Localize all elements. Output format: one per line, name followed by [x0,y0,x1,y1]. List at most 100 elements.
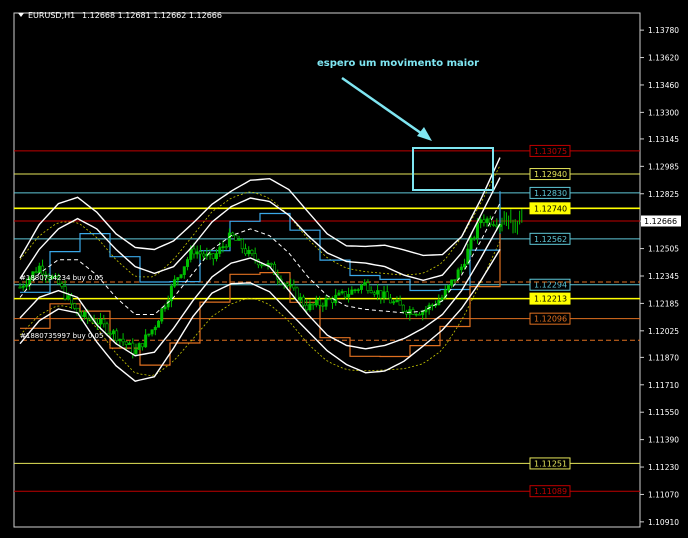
y-tick-label: 1.12345 [648,272,679,281]
candle-body [147,333,151,336]
candle-body [479,219,483,224]
candle-body [173,279,177,287]
y-tick-label: 1.12985 [648,162,679,171]
candle-body [128,342,132,345]
candle-body [356,289,360,291]
candle-body [401,304,405,312]
y-tick-label: 1.11870 [648,353,679,362]
candle-body [353,289,357,292]
candle-body [359,284,363,290]
candle-body [385,291,389,299]
candle-body [298,296,302,301]
candle-body [153,327,157,331]
candle-body [99,318,103,325]
candle-body [376,290,380,295]
candle-body [417,313,421,316]
candle-body [137,343,141,350]
candle-body [388,297,392,304]
candle-body [105,323,109,334]
candle-body [157,320,161,328]
candle-body [131,342,135,354]
level-label: 1.13075 [534,147,567,156]
candle-body [37,265,41,273]
candle-body [60,283,64,287]
candle-body [18,286,22,289]
candle-body [189,248,193,260]
candle-body [208,253,212,255]
candle-body [198,251,202,255]
candle-body [495,224,499,227]
candle-body [350,289,354,295]
y-tick-label: 1.11710 [648,381,679,390]
level-label: 1.12213 [534,295,567,304]
candle-body [244,248,248,255]
y-tick-label: 1.11390 [648,436,679,445]
candle-body [21,286,25,288]
candle-body [215,253,219,260]
candle-body [392,301,396,304]
y-tick-label: 1.13145 [648,135,679,144]
y-tick-label: 1.13300 [648,108,679,117]
candle-body [250,250,254,255]
candle-body [324,298,328,307]
candle-body [321,304,325,307]
y-tick-label: 1.11070 [648,490,679,499]
y-tick-label: 1.12025 [648,327,679,336]
candle-body [66,295,70,300]
candle-body [366,282,370,291]
candle-body [469,237,473,250]
candle-body [347,294,351,298]
level-label: 1.12562 [534,235,567,244]
candle-body [121,338,125,343]
candle-body [450,279,454,286]
level-label: 1.12740 [534,204,567,213]
y-tick-label: 1.10910 [648,518,679,527]
candle-body [182,266,186,275]
candle-body [192,248,196,255]
candle-body [102,318,106,325]
candle-body [211,253,215,260]
candle-body [247,250,251,255]
candle-body [398,300,402,306]
candle-body [260,264,264,267]
candle-body [285,283,289,286]
candle-body [395,300,399,302]
ohlc-readout: 1.12668 1.12681 1.12662 1.12666 [82,11,222,20]
candle-body [227,232,231,247]
candle-body [492,224,496,226]
candle-body [440,297,444,301]
candle-body [292,284,296,289]
level-label: 1.11251 [534,459,567,468]
level-label: 1.12096 [534,315,567,324]
candle-body [234,235,238,241]
candle-body [314,299,318,306]
candle-body [289,284,293,287]
price-chart[interactable]: 1.13075 1.12940 1.12830 1.12740 1.12562 1.122… [0,0,688,534]
candle-body [424,309,428,313]
candle-body [305,304,309,311]
candle-body [240,239,244,250]
candle-body [34,271,38,274]
candle-body [179,274,183,278]
candle-body [82,312,86,318]
chart-window[interactable]: 1.13075 1.12940 1.12830 1.12740 1.12562 1.122… [0,0,688,534]
candle-body [334,294,338,303]
candle-body [108,333,112,335]
order-label-2: #1880735997 buy 0.05 [20,332,103,340]
candle-body [115,330,119,342]
candle-body [382,291,386,299]
candle-body [337,292,341,296]
candle-body [369,290,373,294]
candle-body [327,298,331,301]
candle-body [295,287,299,301]
annotation-text: espero um movimento maior [317,58,479,69]
candle-body [221,246,225,248]
y-tick-label: 1.12185 [648,299,679,308]
candle-body [269,262,273,265]
y-tick-label: 1.11550 [648,408,679,417]
candle-body [224,246,228,248]
y-tick-label: 1.12825 [648,190,679,199]
candle-body [73,303,77,309]
candle-body [237,239,241,241]
candle-body [311,303,315,306]
